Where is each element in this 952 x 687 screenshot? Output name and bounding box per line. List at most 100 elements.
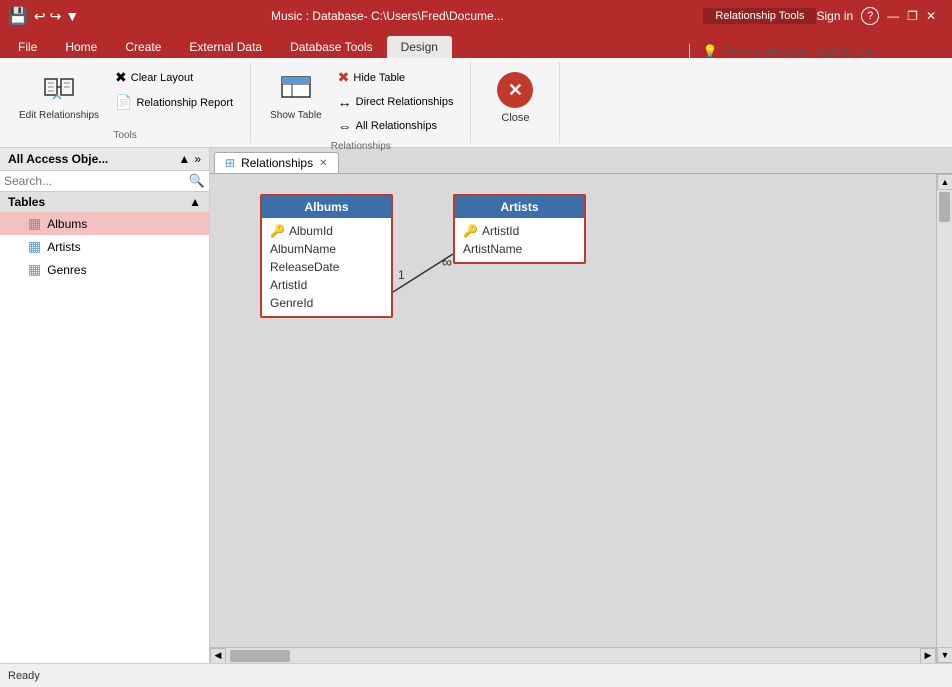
- all-relationships-label: All Relationships: [356, 120, 437, 132]
- close-btn[interactable]: ✕ Close: [483, 66, 547, 130]
- hide-table-label: Hide Table: [353, 72, 405, 84]
- tools-content: Edit Relationships ✖ Clear Layout 📄 Rela…: [12, 66, 238, 126]
- svg-text:∞: ∞: [442, 254, 452, 270]
- tables-section-header[interactable]: Tables ▲: [0, 192, 209, 212]
- artists-field-artistid: 🔑 ArtistId: [455, 222, 584, 240]
- albums-field-genreid: GenreId: [262, 294, 391, 312]
- scroll-right-btn[interactable]: ▶: [920, 648, 936, 664]
- tables-collapse-icon: ▲: [189, 195, 201, 209]
- tab-external-data[interactable]: External Data: [175, 36, 276, 58]
- help-btn[interactable]: ?: [861, 7, 879, 25]
- albums-table[interactable]: Albums 🔑 AlbumId AlbumName ReleaseDate: [260, 194, 393, 318]
- undo-btn[interactable]: ↩: [34, 8, 46, 25]
- sign-in-btn[interactable]: Sign in: [816, 9, 853, 23]
- tools-group-label: Tools: [113, 126, 136, 141]
- main-area: All Access Obje... ▲ » 🔍 Tables ▲ ▦ Albu…: [0, 148, 952, 663]
- quick-access[interactable]: ↩ ↪ ▼: [34, 8, 79, 25]
- relationships-tab[interactable]: ⊞ Relationships ✕: [214, 152, 339, 173]
- table-icon-albums: ▦: [28, 215, 41, 232]
- search-icon: 🔍: [189, 173, 205, 189]
- sidebar-collapse-btn[interactable]: ▲: [178, 152, 190, 166]
- quick-access-dropdown[interactable]: ▼: [65, 8, 79, 25]
- app-title: Music : Database- C:\Users\Fred\Docume..…: [79, 9, 695, 23]
- tab-create[interactable]: Create: [111, 36, 175, 58]
- ribbon-tabs: File Home Create External Data Database …: [0, 32, 952, 58]
- relationships-group-label: Relationships: [331, 137, 391, 152]
- tab-design[interactable]: Design: [387, 36, 452, 58]
- relationship-canvas[interactable]: 1 ∞ Albums 🔑 AlbumId A: [210, 174, 936, 647]
- direct-relationships-btn[interactable]: ↔ Direct Relationships: [333, 91, 459, 113]
- scroll-down-btn[interactable]: ▼: [937, 647, 952, 663]
- sidebar-header: All Access Obje... ▲ »: [0, 148, 209, 171]
- status-bar: Ready: [0, 663, 952, 687]
- tell-me-bar[interactable]: 💡 Tell me what you want to do: [689, 44, 952, 58]
- h-scrollbar-thumb[interactable]: [230, 650, 290, 662]
- direct-relationships-icon: ↔: [338, 94, 352, 110]
- relationships-content: Show Table ✖ Hide Table ↔ Direct Relatio…: [263, 66, 458, 137]
- show-table-icon: [280, 71, 312, 108]
- h-scrollbar[interactable]: ◀ ▶: [210, 647, 936, 663]
- ribbon: Edit Relationships ✖ Clear Layout 📄 Rela…: [0, 58, 952, 148]
- tab-database-tools[interactable]: Database Tools: [276, 36, 387, 58]
- artists-table[interactable]: Artists 🔑 ArtistId ArtistName: [453, 194, 586, 264]
- contextual-label: Relationship Tools: [703, 8, 816, 24]
- maximize-btn[interactable]: ❐: [907, 9, 918, 23]
- edit-relationships-btn[interactable]: Edit Relationships: [12, 66, 106, 126]
- v-scrollbar-thumb[interactable]: [939, 192, 950, 222]
- sidebar-options-btn[interactable]: »: [194, 152, 201, 166]
- sidebar-search[interactable]: 🔍: [0, 171, 209, 192]
- scroll-left-btn[interactable]: ◀: [210, 648, 226, 664]
- albums-field-artistid: ArtistId: [262, 276, 391, 294]
- ribbon-group-tools: Edit Relationships ✖ Clear Layout 📄 Rela…: [0, 62, 251, 143]
- all-relationships-btn[interactable]: ⇔ All Relationships: [333, 115, 459, 137]
- v-scrollbar[interactable]: ▲ ▼: [936, 174, 952, 663]
- close-window-btn[interactable]: ✕: [926, 9, 936, 23]
- tab-close-btn[interactable]: ✕: [319, 158, 327, 169]
- tab-strip: ⊞ Relationships ✕: [210, 148, 952, 174]
- clear-layout-btn[interactable]: ✖ Clear Layout: [110, 66, 238, 89]
- close-label: Close: [501, 112, 529, 124]
- albumid-label: AlbumId: [289, 224, 333, 238]
- tools-small-group: ✖ Clear Layout 📄 Relationship Report: [110, 66, 238, 114]
- canvas-container: 1 ∞ Albums 🔑 AlbumId A: [210, 174, 952, 663]
- pk-icon-artistid: 🔑: [463, 224, 478, 238]
- sidebar-item-albums-label: Albums: [47, 217, 87, 231]
- albums-field-albumname: AlbumName: [262, 240, 391, 258]
- artistid-label: ArtistId: [270, 278, 307, 292]
- genreid-label: GenreId: [270, 296, 313, 310]
- direct-relationships-label: Direct Relationships: [356, 96, 454, 108]
- tab-label: Relationships: [241, 156, 313, 170]
- redo-btn[interactable]: ↪: [50, 8, 62, 25]
- hide-table-btn[interactable]: ✖ Hide Table: [333, 66, 459, 89]
- sidebar-header-btns[interactable]: ▲ »: [178, 152, 201, 166]
- relationship-report-btn[interactable]: 📄 Relationship Report: [110, 91, 238, 114]
- sidebar-item-albums[interactable]: ▦ Albums: [0, 212, 209, 235]
- albums-table-header: Albums: [262, 196, 391, 218]
- ribbon-group-relationships: Show Table ✖ Hide Table ↔ Direct Relatio…: [251, 62, 471, 143]
- clear-layout-label: Clear Layout: [131, 72, 193, 84]
- tab-home[interactable]: Home: [51, 36, 111, 58]
- albums-field-releasedate: ReleaseDate: [262, 258, 391, 276]
- sidebar-item-artists[interactable]: ▦ Artists: [0, 235, 209, 258]
- edit-relationships-label: Edit Relationships: [19, 110, 99, 121]
- search-input[interactable]: [4, 174, 189, 188]
- artistid2-label: ArtistId: [482, 224, 519, 238]
- relationship-report-icon: 📄: [115, 94, 132, 111]
- svg-text:1: 1: [398, 268, 405, 282]
- sidebar-item-genres[interactable]: ▦ Genres: [0, 258, 209, 281]
- status-text: Ready: [8, 670, 40, 682]
- title-bar-left: 💾 ↩ ↪ ▼: [8, 6, 79, 26]
- title-bar: 💾 ↩ ↪ ▼ Music : Database- C:\Users\Fred\…: [0, 0, 952, 32]
- albums-field-albumid: 🔑 AlbumId: [262, 222, 391, 240]
- sidebar-item-genres-label: Genres: [47, 263, 86, 277]
- tab-rel-icon: ⊞: [225, 156, 235, 170]
- pk-icon-albumid: 🔑: [270, 224, 285, 238]
- show-table-label: Show Table: [270, 110, 322, 121]
- close-icon: ✕: [497, 72, 533, 108]
- tab-file[interactable]: File: [4, 36, 51, 58]
- title-area: Music : Database- C:\Users\Fred\Docume..…: [79, 8, 816, 24]
- hide-table-icon: ✖: [338, 69, 350, 86]
- show-table-btn[interactable]: Show Table: [263, 66, 329, 126]
- scroll-up-btn[interactable]: ▲: [937, 174, 952, 190]
- minimize-btn[interactable]: —: [887, 9, 899, 23]
